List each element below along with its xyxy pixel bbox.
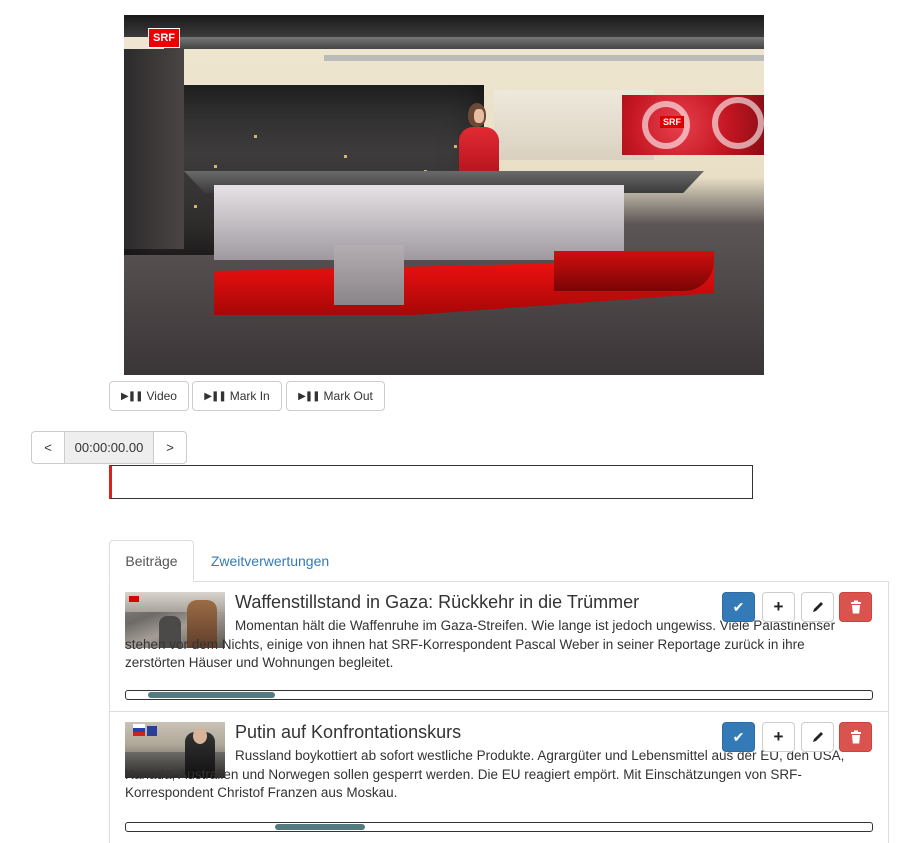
- play-pause-icon: ▶❚❚: [121, 390, 143, 402]
- edit-button[interactable]: [801, 722, 834, 752]
- confirm-button[interactable]: ✔: [722, 592, 755, 622]
- add-button[interactable]: +: [762, 722, 795, 752]
- studio-screen: [622, 95, 764, 155]
- timecode-display: 00:00:00.00: [65, 431, 153, 464]
- mark-out-label: Mark Out: [323, 389, 373, 403]
- segment-range-fill[interactable]: [148, 692, 276, 698]
- segment-title: Putin auf Konfrontationskurs: [235, 722, 462, 742]
- play-pause-icon: ▶❚❚: [298, 390, 320, 402]
- channel-logo: SRF: [148, 28, 180, 48]
- delete-button[interactable]: [839, 592, 872, 622]
- tab-beitraege[interactable]: Beiträge: [109, 540, 194, 582]
- next-frame-button[interactable]: >: [153, 431, 187, 464]
- plus-icon: +: [773, 727, 784, 746]
- play-video-label: Video: [146, 389, 177, 403]
- mark-out-button[interactable]: ▶❚❚ Mark Out: [286, 381, 385, 411]
- video-player[interactable]: SRF SRF: [124, 15, 764, 375]
- presenter-body: [459, 127, 499, 177]
- segment-range-bar[interactable]: [125, 690, 873, 700]
- screen-logo: SRF: [660, 116, 684, 128]
- timeline-track[interactable]: [109, 465, 753, 499]
- segment-range-bar[interactable]: [125, 822, 873, 832]
- trash-icon: [850, 600, 861, 614]
- segment-range-fill[interactable]: [275, 824, 365, 830]
- news-desk-leg: [334, 245, 404, 305]
- pencil-icon: [812, 602, 823, 612]
- plus-icon: +: [773, 597, 784, 616]
- segment-description: Russland boykottiert ab sofort westliche…: [125, 748, 845, 800]
- add-button[interactable]: +: [762, 592, 795, 622]
- mark-in-label: Mark In: [229, 389, 270, 403]
- presenter-face: [474, 109, 484, 123]
- item-divider: [109, 711, 889, 712]
- checkmark-icon: ✔: [732, 728, 745, 745]
- studio-beam: [164, 37, 764, 49]
- play-pause-icon: ▶❚❚: [204, 390, 226, 402]
- checkmark-icon: ✔: [732, 598, 745, 615]
- segment-title: Waffenstillstand in Gaza: Rückkehr in di…: [235, 592, 640, 612]
- previous-frame-button[interactable]: <: [31, 431, 65, 464]
- pencil-icon: [812, 732, 823, 742]
- delete-button[interactable]: [839, 722, 872, 752]
- play-video-button[interactable]: ▶❚❚ Video: [109, 381, 189, 411]
- studio-wall: [124, 49, 184, 249]
- studio-floor-red: [554, 251, 714, 291]
- studio-ceiling: [124, 15, 764, 37]
- mark-in-button[interactable]: ▶❚❚ Mark In: [192, 381, 282, 411]
- segment-description: Momentan hält die Waffenruhe im Gaza-Str…: [125, 618, 836, 670]
- edit-button[interactable]: [801, 592, 834, 622]
- confirm-button[interactable]: ✔: [722, 722, 755, 752]
- tab-zweitverwertungen[interactable]: Zweitverwertungen: [200, 540, 340, 582]
- trash-icon: [850, 730, 861, 744]
- news-desk-front: [214, 185, 624, 260]
- studio-beam: [324, 55, 764, 61]
